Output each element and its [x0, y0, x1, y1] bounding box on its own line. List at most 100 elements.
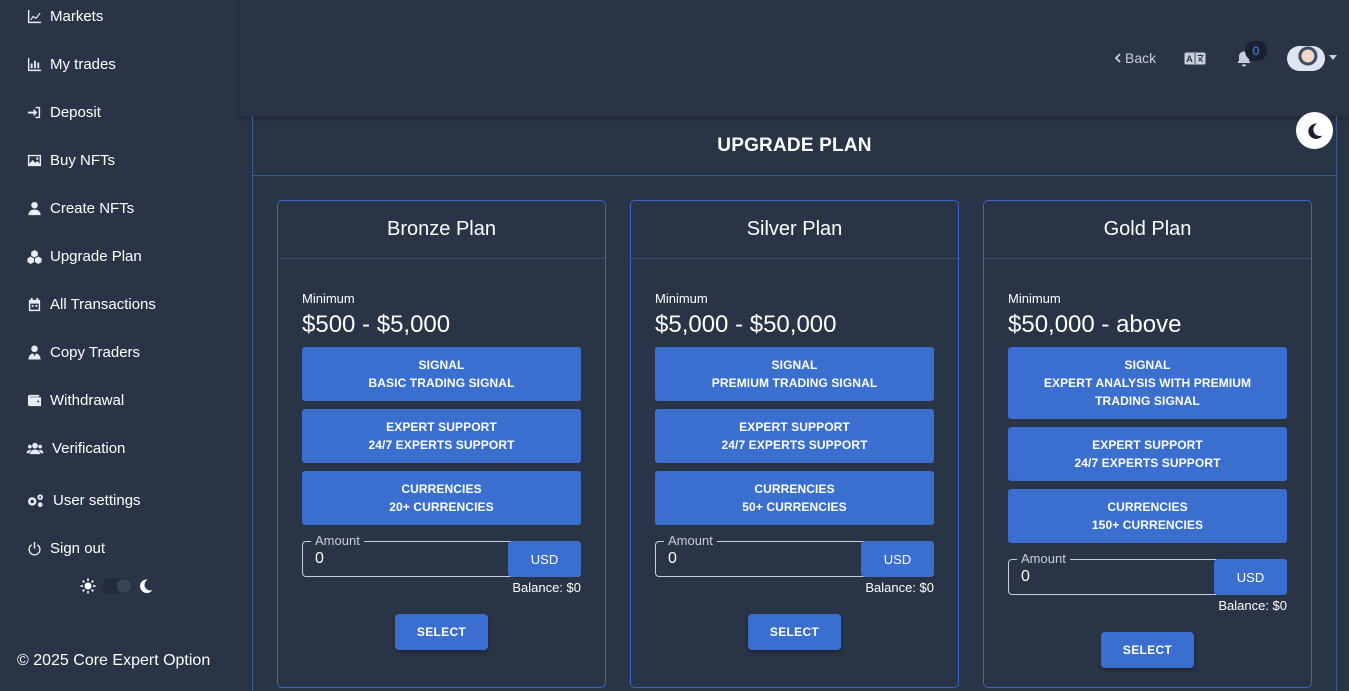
minimum-label: Minimum	[302, 291, 355, 306]
wallet-icon	[26, 392, 42, 408]
amount-input[interactable]	[1021, 568, 1201, 586]
cogs-icon	[26, 492, 45, 508]
sidebar-item-sign-out[interactable]: Sign out	[26, 536, 105, 560]
feature-title: CURRENCIES	[401, 482, 482, 496]
plan-name: Bronze Plan	[278, 201, 605, 259]
currency-button[interactable]: USD	[861, 541, 934, 577]
feature-signal: SIGNAL BASIC TRADING SIGNAL	[302, 347, 581, 401]
sidebar-item-label: Withdrawal	[50, 391, 125, 409]
amount-label: Amount	[664, 533, 717, 548]
feature-title: EXPERT SUPPORT	[739, 420, 850, 434]
chevron-down-icon[interactable]	[1329, 55, 1337, 60]
sidebar: Markets My trades Deposit Buy NFTs Creat…	[0, 0, 240, 691]
amount-field: Amount USD	[1008, 551, 1287, 595]
feature-value: 24/7 EXPERTS SUPPORT	[721, 438, 868, 452]
balance-text: Balance: $0	[865, 580, 934, 595]
currency-button[interactable]: USD	[508, 541, 581, 577]
users-icon	[26, 440, 44, 456]
moon-icon	[1306, 122, 1324, 140]
feature-title: EXPERT SUPPORT	[1092, 438, 1203, 452]
sidebar-item-label: My trades	[50, 55, 116, 73]
notification-badge: 0	[1245, 41, 1267, 61]
sidebar-item-user-settings[interactable]: User settings	[26, 488, 141, 512]
image-icon	[26, 152, 42, 168]
sidebar-item-my-trades[interactable]: My trades	[26, 52, 116, 76]
user-tie-icon	[26, 344, 42, 360]
sidebar-item-label: Markets	[50, 7, 104, 25]
sidebar-item-label: Copy Traders	[50, 343, 141, 361]
feature-value: 20+ CURRENCIES	[389, 500, 494, 514]
back-link[interactable]: Back	[1114, 50, 1156, 66]
select-button[interactable]: SELECT	[395, 614, 488, 650]
sidebar-item-markets[interactable]: Markets	[26, 4, 103, 28]
currency-button[interactable]: USD	[1214, 559, 1287, 595]
feature-title: SIGNAL	[418, 358, 465, 372]
feature-value: BASIC TRADING SIGNAL	[368, 376, 515, 390]
sidebar-item-label: Upgrade Plan	[50, 247, 142, 265]
feature-currencies: CURRENCIES 20+ CURRENCIES	[302, 471, 581, 525]
sidebar-item-label: User settings	[53, 491, 141, 509]
calendar-icon	[26, 296, 42, 312]
page-title: UPGRADE PLAN	[717, 134, 872, 156]
amount-input[interactable]	[668, 550, 848, 568]
theme-switch-knob	[117, 579, 131, 593]
sidebar-item-label: Buy NFTs	[50, 151, 116, 169]
back-label: Back	[1125, 50, 1157, 66]
feature-currencies: CURRENCIES 150+ CURRENCIES	[1008, 489, 1287, 543]
plan-name: Gold Plan	[984, 201, 1311, 259]
feature-expert-support: EXPERT SUPPORT 24/7 EXPERTS SUPPORT	[1008, 427, 1287, 481]
panel-header: UPGRADE PLAN	[253, 116, 1336, 176]
moon-icon	[138, 578, 154, 594]
sidebar-item-buy-nfts[interactable]: Buy NFTs	[26, 148, 115, 172]
sun-icon	[80, 578, 96, 594]
sidebar-item-withdrawal[interactable]: Withdrawal	[26, 388, 124, 412]
balance-text: Balance: $0	[1218, 598, 1287, 613]
sidebar-item-all-transactions[interactable]: All Transactions	[26, 292, 156, 316]
bar-chart-icon	[26, 56, 42, 72]
amount-label: Amount	[311, 533, 364, 548]
sidebar-item-verification[interactable]: Verification	[26, 436, 125, 460]
minimum-label: Minimum	[655, 291, 708, 306]
svg-text:A: A	[1186, 54, 1193, 64]
sidebar-item-label: Sign out	[50, 539, 106, 557]
plan-range: $5,000 - $50,000	[655, 311, 837, 338]
plan-name: Silver Plan	[631, 201, 958, 259]
sidebar-item-copy-traders[interactable]: Copy Traders	[26, 340, 140, 364]
sidebar-item-create-nfts[interactable]: Create NFTs	[26, 196, 134, 220]
translate-icon[interactable]: A	[1184, 52, 1206, 70]
feature-value: EXPERT ANALYSIS WITH PREMIUM TRADING SIG…	[1043, 376, 1252, 408]
theme-toggle[interactable]	[80, 578, 154, 594]
sidebar-item-upgrade-plan[interactable]: Upgrade Plan	[26, 244, 142, 268]
amount-field: Amount USD	[655, 533, 934, 577]
cubes-icon	[26, 248, 42, 264]
sidebar-item-label: Verification	[52, 439, 126, 457]
minimum-label: Minimum	[1008, 291, 1061, 306]
plan-card-bronze: Bronze Plan Minimum $500 - $5,000 SIGNAL…	[277, 200, 606, 688]
feature-title: CURRENCIES	[754, 482, 835, 496]
feature-value: 24/7 EXPERTS SUPPORT	[1074, 456, 1221, 470]
feature-value: 50+ CURRENCIES	[742, 500, 847, 514]
feature-currencies: CURRENCIES 50+ CURRENCIES	[655, 471, 934, 525]
plan-range: $50,000 - above	[1008, 311, 1182, 338]
sidebar-item-deposit[interactable]: Deposit	[26, 100, 101, 124]
feature-title: CURRENCIES	[1107, 500, 1188, 514]
avatar[interactable]	[1287, 46, 1325, 71]
power-icon	[26, 540, 42, 556]
amount-field: Amount USD	[302, 533, 581, 577]
topbar: Back A 0	[240, 0, 1349, 116]
amount-label: Amount	[1017, 551, 1070, 566]
plan-range: $500 - $5,000	[302, 311, 451, 338]
sign-in-icon	[26, 104, 42, 120]
amount-input[interactable]	[315, 550, 495, 568]
feature-value: 150+ CURRENCIES	[1091, 518, 1204, 532]
theme-switch[interactable]	[102, 578, 132, 594]
feature-expert-support: EXPERT SUPPORT 24/7 EXPERTS SUPPORT	[655, 409, 934, 463]
feature-title: SIGNAL	[1124, 358, 1171, 372]
dark-mode-button[interactable]	[1296, 112, 1333, 149]
sidebar-item-label: Deposit	[50, 103, 101, 121]
select-button[interactable]: SELECT	[1101, 632, 1194, 668]
feature-title: EXPERT SUPPORT	[386, 420, 497, 434]
select-button[interactable]: SELECT	[748, 614, 841, 650]
chart-line-icon	[26, 8, 42, 24]
sidebar-item-label: All Transactions	[50, 295, 156, 313]
